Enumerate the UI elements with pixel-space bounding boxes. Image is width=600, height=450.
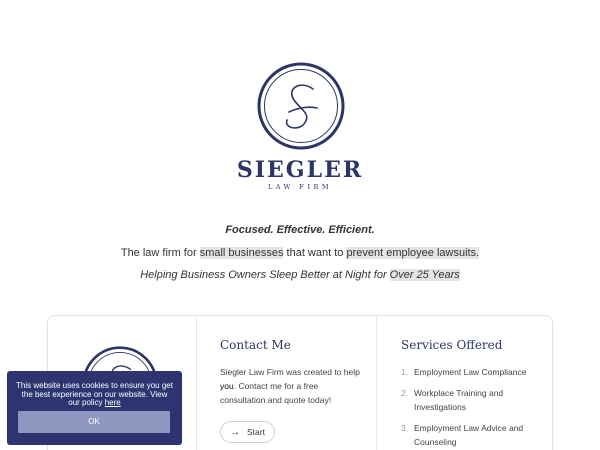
hero-line-2: The law firm for small businesses that w… <box>120 247 480 259</box>
cookie-message: This website uses cookies to ensure you … <box>16 381 173 407</box>
highlight-prevent-lawsuits: prevent employee lawsuits. <box>346 247 480 259</box>
column-divider <box>196 316 197 450</box>
brand-name: SIEGLER <box>236 157 364 183</box>
list-item: 3. Employment Law Advice and Counseling <box>401 423 524 447</box>
list-item: 2. Workplace Training and Investigations <box>401 388 504 412</box>
cookie-banner: This website uses cookies to ensure you … <box>7 371 182 445</box>
cookie-policy-link[interactable]: here <box>105 398 121 407</box>
start-button[interactable]: → Start <box>220 421 275 443</box>
services-title: Services Offered <box>401 338 503 352</box>
highlight-small-businesses: small businesses <box>199 247 284 259</box>
services-list: 1. Employment Law Compliance 2. Workplace … <box>401 365 546 450</box>
cookie-ok-button[interactable]: OK <box>18 411 170 433</box>
contact-title: Contact Me <box>220 338 291 352</box>
logo-monogram-icon <box>257 62 345 150</box>
logo[interactable]: SIEGLER LAW FIRM <box>0 62 600 192</box>
hero-tagline: Focused. Effective. Efficient. <box>225 224 375 236</box>
highlight-over-25-years: Over 25 Years <box>389 269 460 281</box>
arrow-right-icon: → <box>230 426 240 438</box>
brand-subtitle: LAW FIRM <box>267 183 333 191</box>
hero-line-3: Helping Business Owners Sleep Better at … <box>140 269 460 281</box>
column-divider <box>376 316 377 450</box>
contact-description: Siegler Law Firm was created to help you… <box>220 367 360 405</box>
list-item: 1. Employment Law Compliance <box>401 367 527 377</box>
start-button-label: Start <box>247 427 265 437</box>
